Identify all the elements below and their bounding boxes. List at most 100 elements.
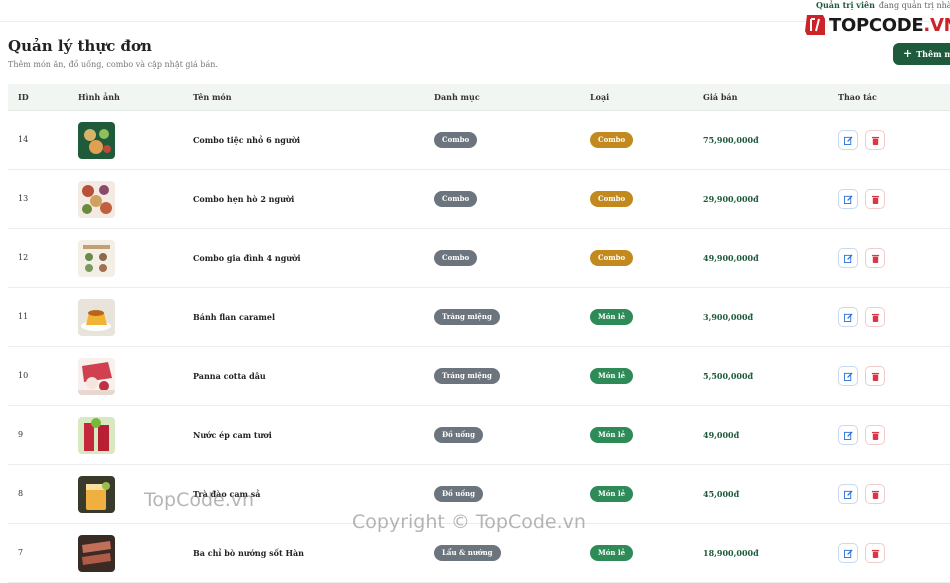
category-badge: Tráng miệng [434,368,500,384]
combo-family-food-image [78,240,115,277]
category-badge: Đồ uống [434,427,483,443]
combo-party-food-image [78,122,115,159]
table-row: 13 Combo hẹn hò 2 người Combo Combo 29,900,0… [8,170,950,229]
column-header-image: Hình ảnh [78,92,120,102]
item-id: 8 [18,489,24,498]
category-badge: Tráng miệng [434,309,500,325]
category-badge: Combo [434,132,478,148]
type-badge: Món lẻ [590,309,634,325]
trash-icon [871,431,880,440]
item-name: Combo tiệc nhỏ 6 người [193,135,301,145]
item-price: 3,900,000đ [703,312,754,322]
item-price: 49,900,000đ [703,253,759,263]
item-id: 9 [18,430,24,439]
edit-button[interactable] [838,307,858,327]
edit-icon [844,490,853,499]
item-price: 29,900,000đ [703,194,759,204]
item-name: Combo gia đình 4 người [193,253,301,263]
item-id: 11 [18,312,29,321]
table-row: 14 Combo tiệc nhỏ 6 người Combo Combo 75,900… [8,111,950,170]
edit-button[interactable] [838,366,858,386]
type-badge: Combo [590,132,634,148]
type-badge: Món lẻ [590,545,634,561]
item-id: 13 [18,194,29,203]
add-button-label: Thêm mó [916,49,950,59]
item-name: Panna cotta dâu [193,371,266,381]
table-header: ID Hình ảnh Tên món Danh mục Loại Giá bá… [8,84,950,111]
edit-icon [844,549,853,558]
watermark-small: TopCode.vn [144,489,255,511]
trash-icon [871,372,880,381]
column-header-actions: Thao tác [838,92,877,102]
item-id: 12 [18,253,29,262]
trash-icon [871,549,880,558]
trash-icon [871,195,880,204]
edit-button[interactable] [838,543,858,563]
trash-icon [871,136,880,145]
category-badge: Combo [434,250,478,266]
edit-icon [844,136,853,145]
table-row: 11 Bánh flan caramel Tráng miệng Món lẻ 3,90… [8,288,950,347]
category-badge: Lẩu & nướng [434,545,501,561]
delete-button[interactable] [865,425,885,445]
item-price: 49,000đ [703,430,740,440]
edit-icon [844,431,853,440]
edit-button[interactable] [838,189,858,209]
column-header-name: Tên món [193,92,232,102]
grilled-beef-image [78,535,115,572]
topcode-logo: TOPCODE.VN [803,12,950,38]
item-name: Ba chỉ bò nướng sốt Hàn [193,548,304,558]
trash-icon [871,490,880,499]
item-price: 18,900,000đ [703,548,759,558]
item-name: Combo hẹn hò 2 người [193,194,295,204]
delete-button[interactable] [865,307,885,327]
delete-button[interactable] [865,543,885,563]
trash-icon [871,313,880,322]
type-badge: Món lẻ [590,486,634,502]
combo-date-food-image [78,181,115,218]
add-menu-item-button[interactable]: +Thêm mó [893,43,950,65]
edit-icon [844,313,853,322]
admin-description: đang quản trị nhà h [878,1,950,10]
item-id: 7 [18,548,24,557]
plus-icon: + [903,47,913,60]
item-id: 10 [18,371,29,380]
edit-icon [844,372,853,381]
edit-icon [844,254,853,263]
edit-icon [844,195,853,204]
page-subtitle: Thêm món ăn, đồ uống, combo và cập nhật … [8,60,218,69]
topcode-logo-icon [803,13,827,37]
delete-button[interactable] [865,484,885,504]
table-row: 12 Combo gia đình 4 người Combo Combo 49,900… [8,229,950,288]
item-name: Nước ép cam tươi [193,430,272,440]
item-price: 75,900,000đ [703,135,759,145]
peach-tea-image [78,476,115,513]
item-price: 5,500,000đ [703,371,754,381]
edit-button[interactable] [838,248,858,268]
topcode-logo-text: TOPCODE.VN [829,15,950,36]
admin-role-label: Quản trị viên [816,0,875,10]
category-badge: Đồ uống [434,486,483,502]
type-badge: Món lẻ [590,427,634,443]
flan-caramel-image [78,299,115,336]
type-badge: Combo [590,250,634,266]
column-header-category: Danh mục [434,92,480,102]
delete-button[interactable] [865,130,885,150]
page-title: Quản lý thực đơn [8,37,152,55]
trash-icon [871,254,880,263]
delete-button[interactable] [865,189,885,209]
edit-button[interactable] [838,484,858,504]
item-name: Bánh flan caramel [193,312,276,322]
column-header-price: Giá bán [703,92,738,102]
table-row: 10 Panna cotta dâu Tráng miệng Món lẻ 5,500,… [8,347,950,406]
item-id: 14 [18,135,29,144]
type-badge: Combo [590,191,634,207]
delete-button[interactable] [865,366,885,386]
category-badge: Combo [434,191,478,207]
item-price: 45,000đ [703,489,740,499]
watermark-copyright: Copyright © TopCode.vn [352,511,586,533]
edit-button[interactable] [838,130,858,150]
delete-button[interactable] [865,248,885,268]
edit-button[interactable] [838,425,858,445]
type-badge: Món lẻ [590,368,634,384]
